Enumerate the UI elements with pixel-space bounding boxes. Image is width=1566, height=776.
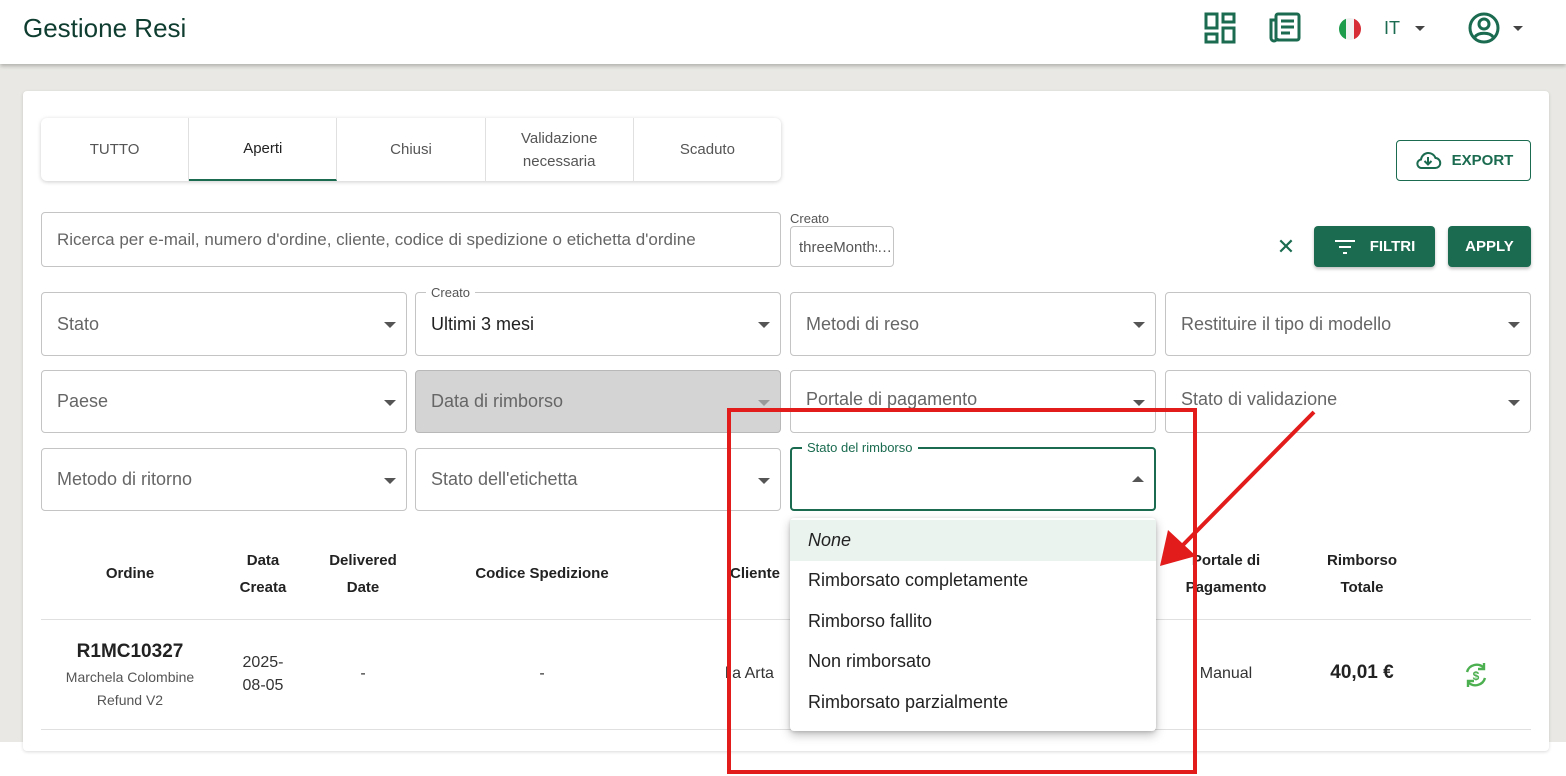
arrow-drop-down-icon	[384, 322, 396, 328]
arrow-drop-down-icon	[758, 478, 770, 484]
col-header-cliente[interactable]: Cliente	[720, 560, 790, 587]
portale-pagamento-placeholder: Portale di pagamento	[806, 389, 978, 409]
search-input[interactable]	[42, 213, 780, 266]
app-title: Gestione Resi	[23, 13, 187, 43]
clear-filters-icon[interactable]: ✕	[1276, 236, 1296, 258]
chevron-down-icon[interactable]	[1513, 26, 1523, 31]
stato-validazione-select[interactable]: Stato di validazione	[1165, 370, 1531, 433]
dashboard-icon[interactable]	[1203, 11, 1237, 45]
refund-total-value: 40,01 €	[1330, 662, 1394, 683]
arrow-drop-up-icon	[1132, 476, 1144, 482]
creato-select[interactable]: Creato Ultimi 3 mesi	[415, 285, 781, 356]
chevron-down-icon[interactable]	[1415, 26, 1425, 31]
tab-chiusi[interactable]: Chiusi	[337, 118, 486, 181]
status-tabs: TUTTO Aperti Chiusi Validazione necessar…	[41, 118, 781, 181]
newspaper-icon[interactable]	[1268, 11, 1302, 45]
order-id[interactable]: R1MC10327	[50, 640, 210, 663]
search-field[interactable]	[41, 212, 781, 267]
arrow-drop-down-icon	[758, 322, 770, 328]
portale-pagamento-select[interactable]: Portale di pagamento	[790, 370, 1156, 433]
menu-item-rimborso-fallito[interactable]: Rimborso fallito	[790, 601, 1156, 642]
stato-etichetta-select[interactable]: Stato dell'etichetta	[415, 448, 781, 511]
data-rimborso-placeholder: Data di rimborso	[431, 391, 564, 411]
stato-etichetta-placeholder: Stato dell'etichetta	[431, 469, 578, 489]
data-rimborso-select: Data di rimborso	[415, 370, 781, 433]
stato-rimborso-select[interactable]: Stato del rimborso	[790, 440, 1156, 511]
arrow-drop-down-icon	[1133, 400, 1145, 406]
filter-label: FILTRI	[1369, 238, 1416, 255]
created-chip[interactable]: threeMonths…	[790, 226, 894, 267]
export-button[interactable]: EXPORT	[1396, 140, 1531, 181]
menu-item-none[interactable]: None	[790, 520, 1156, 561]
tipo-modello-select[interactable]: Restituire il tipo di modello	[1165, 292, 1531, 356]
tab-validazione[interactable]: Validazione necessaria	[486, 118, 634, 181]
delivered-date-value: -	[360, 665, 366, 682]
col-header-rimborso[interactable]: Rimborso Totale	[1317, 547, 1407, 601]
menu-item-rimborsato-completamente[interactable]: Rimborsato completamente	[790, 561, 1156, 602]
menu-item-non-rimborsato[interactable]: Non rimborsato	[790, 642, 1156, 683]
tab-aperti[interactable]: Aperti	[189, 118, 338, 181]
tipo-modello-placeholder: Restituire il tipo di modello	[1181, 313, 1392, 334]
customer-value: lia Arta	[725, 665, 774, 682]
created-chip-value: threeMonths	[799, 239, 877, 256]
col-header-portale[interactable]: Portale di Pagamento	[1176, 547, 1276, 601]
stato-rimborso-legend: Stato del rimborso	[802, 440, 918, 455]
stato-placeholder: Stato	[57, 313, 100, 334]
stato-rimborso-menu: None Rimborsato completamente Rimborso f…	[790, 518, 1156, 731]
table-divider	[41, 619, 1531, 620]
apply-button[interactable]: APPLY	[1448, 226, 1531, 267]
export-label: EXPORT	[1451, 152, 1514, 169]
payment-portal-value: Manual	[1199, 665, 1253, 682]
order-customer-name: Marchela Colombine	[65, 669, 195, 685]
account-circle-icon[interactable]	[1467, 11, 1501, 45]
metodo-ritorno-placeholder: Metodo di ritorno	[57, 469, 193, 489]
tab-validazione-label: Validazione necessaria	[520, 129, 598, 170]
italy-flag-icon[interactable]	[1339, 18, 1361, 40]
arrow-drop-down-icon	[384, 400, 396, 406]
cloud-download-icon	[1416, 151, 1441, 169]
top-app-bar: Gestione Resi IT	[0, 0, 1566, 64]
arrow-drop-down-icon	[758, 400, 770, 406]
stato-select[interactable]: Stato	[41, 292, 407, 356]
arrow-drop-down-icon	[1508, 400, 1520, 406]
stato-validazione-placeholder: Stato di validazione	[1181, 389, 1338, 409]
tracking-code-value: -	[539, 665, 545, 682]
date-created-line1: 2025-	[242, 654, 284, 671]
col-header-ordine[interactable]: Ordine	[80, 560, 180, 587]
paese-select[interactable]: Paese	[41, 370, 407, 433]
currency-exchange-icon[interactable]: $	[1462, 661, 1490, 689]
date-created-line2: 08-05	[242, 677, 284, 694]
svg-text:$: $	[1473, 669, 1480, 683]
tab-scaduto[interactable]: Scaduto	[634, 118, 781, 181]
col-header-delivered-date[interactable]: Delivered Date	[318, 547, 408, 601]
arrow-drop-down-icon	[1508, 322, 1520, 328]
paese-placeholder: Paese	[57, 391, 109, 411]
col-header-data-creata[interactable]: Data Creata	[228, 547, 298, 601]
menu-item-rimborsato-parzialmente[interactable]: Rimborsato parzialmente	[790, 682, 1156, 723]
metodi-reso-select[interactable]: Metodi di reso	[790, 292, 1156, 356]
metodi-reso-placeholder: Metodi di reso	[806, 313, 920, 334]
tab-tutto[interactable]: TUTTO	[41, 118, 190, 181]
metodo-ritorno-select[interactable]: Metodo di ritorno	[41, 448, 407, 511]
arrow-drop-down-icon	[1133, 322, 1145, 328]
order-refund-version: Refund V2	[96, 692, 164, 708]
table-divider	[41, 729, 1531, 730]
col-header-codice-spedizione[interactable]: Codice Spedizione	[452, 560, 632, 587]
created-chip-label: Creato	[790, 211, 830, 226]
creato-value: Ultimi 3 mesi	[431, 313, 535, 334]
language-label[interactable]: IT	[1384, 18, 1400, 39]
filter-button[interactable]: FILTRI	[1314, 226, 1435, 267]
arrow-drop-down-icon	[384, 478, 396, 484]
filter-list-icon	[1334, 239, 1355, 254]
